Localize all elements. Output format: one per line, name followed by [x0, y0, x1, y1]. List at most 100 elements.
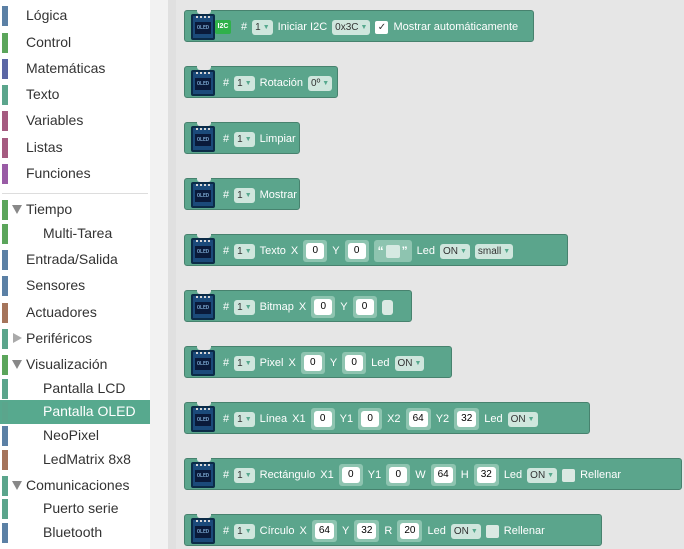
size-dropdown[interactable]: small ▼: [474, 243, 514, 259]
display-index-dropdown[interactable]: 1 ▼: [234, 187, 255, 203]
collapsed-triangle-icon[interactable]: [13, 333, 22, 343]
y-input-slot[interactable]: 0: [352, 296, 377, 318]
i2c-icon: I2C: [215, 20, 231, 34]
oled-pixel-block[interactable]: OLED # 1 ▼ Pixel X 0 Y 0 Led ON ▼: [184, 346, 452, 378]
y2-number-field[interactable]: 32: [457, 411, 477, 427]
category-label: NeoPixel: [43, 427, 100, 443]
category-actuadores[interactable]: Actuadores: [0, 301, 150, 325]
y-label: Y: [332, 245, 340, 257]
category-control[interactable]: Control: [0, 31, 150, 55]
display-index-dropdown[interactable]: 1 ▼: [234, 75, 255, 91]
x1-input-slot[interactable]: 0: [338, 464, 363, 486]
oled-show-block[interactable]: OLED # 1 ▼ Mostrar: [184, 178, 300, 210]
category-texto[interactable]: Texto: [0, 83, 150, 107]
category-pantalla-oled[interactable]: Pantalla OLED: [0, 400, 150, 424]
category-visualizacion[interactable]: Visualización: [0, 353, 150, 377]
category-listas[interactable]: Listas: [0, 136, 150, 160]
display-index-dropdown[interactable]: 1 ▼: [234, 131, 255, 147]
oled-text-block[interactable]: OLED # 1 ▼ Texto X 0 Y 0 “” Led ON ▼ small…: [184, 234, 568, 266]
category-puerto-serie[interactable]: Puerto serie: [0, 497, 150, 521]
x-input-slot[interactable]: 0: [303, 240, 328, 262]
oled-bitmap-block[interactable]: OLED # 1 ▼ Bitmap X 0 Y 0: [184, 290, 412, 322]
toolbox: Lógica Control Matemáticas Texto Variabl…: [0, 0, 150, 549]
x-input-slot[interactable]: 0: [300, 352, 325, 374]
rotation-dropdown[interactable]: 0º ▼: [308, 75, 333, 91]
y-input-slot[interactable]: 0: [342, 352, 367, 374]
category-color-bar: [2, 426, 8, 446]
oled-init-block[interactable]: OLED I2C # 1 ▼ Iniciar I2C 0x3C ▼ ✓ Mostra…: [184, 10, 534, 42]
y-input-slot[interactable]: 32: [354, 520, 380, 542]
x-number-field[interactable]: 0: [303, 355, 322, 371]
oled-icon: OLED: [191, 518, 215, 544]
category-perifericos[interactable]: Periféricos: [0, 327, 150, 351]
display-index-dropdown[interactable]: 1 ▼: [252, 19, 273, 35]
h-input-slot[interactable]: 32: [473, 464, 499, 486]
oled-rotation-block[interactable]: OLED # 1 ▼ Rotación 0º ▼: [184, 66, 338, 98]
expanded-triangle-icon[interactable]: [12, 360, 22, 369]
y-number-field[interactable]: 0: [347, 243, 366, 259]
string-field[interactable]: [385, 244, 400, 258]
x-number-field[interactable]: 64: [314, 523, 334, 539]
x-input-slot[interactable]: 0: [311, 296, 336, 318]
led-dropdown[interactable]: ON ▼: [394, 355, 425, 371]
led-dropdown[interactable]: ON ▼: [527, 467, 558, 483]
x2-number-field[interactable]: 64: [408, 411, 428, 427]
x-number-field[interactable]: 0: [306, 243, 325, 259]
oled-circle-block[interactable]: OLED # 1 ▼ Círculo X 64 Y 32 R 20 Led ON ▼…: [184, 514, 602, 546]
category-matematicas[interactable]: Matemáticas: [0, 57, 150, 81]
y-number-field[interactable]: 0: [345, 355, 364, 371]
category-pantalla-lcd[interactable]: Pantalla LCD: [0, 377, 150, 401]
category-bluetooth[interactable]: Bluetooth: [0, 521, 150, 545]
category-funciones[interactable]: Funciones: [0, 162, 150, 186]
text-string-slot[interactable]: “”: [373, 240, 412, 262]
bitmap-image-field[interactable]: [381, 299, 393, 315]
display-index-dropdown[interactable]: 1 ▼: [234, 523, 255, 539]
x-input-slot[interactable]: 64: [311, 520, 337, 542]
x2-input-slot[interactable]: 64: [405, 408, 431, 430]
oled-rectangle-block[interactable]: OLED # 1 ▼ Rectángulo X1 0 Y1 0 W 64 H 32…: [184, 458, 682, 490]
expanded-triangle-icon[interactable]: [12, 481, 22, 490]
display-index-dropdown[interactable]: 1 ▼: [234, 243, 255, 259]
oled-clear-block[interactable]: OLED # 1 ▼ Limpiar: [184, 122, 300, 154]
category-neopixel[interactable]: NeoPixel: [0, 424, 150, 448]
x1-number-field[interactable]: 0: [313, 411, 332, 427]
display-index-dropdown[interactable]: 1 ▼: [234, 299, 255, 315]
y-number-field[interactable]: 32: [357, 523, 377, 539]
y1-input-slot[interactable]: 0: [386, 464, 411, 486]
w-number-field[interactable]: 64: [433, 467, 453, 483]
category-sensores[interactable]: Sensores: [0, 274, 150, 298]
display-index-dropdown[interactable]: 1 ▼: [234, 355, 255, 371]
x1-input-slot[interactable]: 0: [310, 408, 335, 430]
y2-input-slot[interactable]: 32: [454, 408, 480, 430]
x-number-field[interactable]: 0: [314, 299, 333, 315]
y-input-slot[interactable]: 0: [344, 240, 369, 262]
flyout-scroll-track[interactable]: [168, 0, 176, 549]
led-dropdown[interactable]: ON ▼: [450, 523, 481, 539]
oled-line-block[interactable]: OLED # 1 ▼ Línea X1 0 Y1 0 X2 64 Y2 32 Le…: [184, 402, 590, 434]
category-entrada-salida[interactable]: Entrada/Salida: [0, 248, 150, 272]
y-number-field[interactable]: 0: [355, 299, 374, 315]
fill-checkbox[interactable]: [562, 468, 576, 482]
led-dropdown[interactable]: ON ▼: [507, 411, 538, 427]
y1-input-slot[interactable]: 0: [358, 408, 383, 430]
r-number-field[interactable]: 20: [400, 523, 420, 539]
r-input-slot[interactable]: 20: [397, 520, 423, 542]
fill-checkbox[interactable]: [485, 524, 499, 538]
category-variables[interactable]: Variables: [0, 109, 150, 133]
x1-number-field[interactable]: 0: [341, 467, 360, 483]
auto-show-checkbox[interactable]: ✓: [375, 20, 389, 34]
led-dropdown[interactable]: ON ▼: [439, 243, 470, 259]
display-index-dropdown[interactable]: 1 ▼: [234, 411, 255, 427]
y1-number-field[interactable]: 0: [361, 411, 380, 427]
category-logica[interactable]: Lógica: [0, 4, 150, 28]
address-dropdown[interactable]: 0x3C ▼: [332, 19, 371, 35]
h-number-field[interactable]: 32: [476, 467, 496, 483]
category-tiempo[interactable]: Tiempo: [0, 198, 150, 222]
category-comunicaciones[interactable]: Comunicaciones: [0, 474, 150, 498]
category-ledmatrix[interactable]: LedMatrix 8x8: [0, 448, 150, 472]
y1-number-field[interactable]: 0: [389, 467, 408, 483]
display-index-dropdown[interactable]: 1 ▼: [234, 467, 255, 483]
expanded-triangle-icon[interactable]: [12, 205, 22, 214]
w-input-slot[interactable]: 64: [430, 464, 456, 486]
category-multi-tarea[interactable]: Multi-Tarea: [0, 222, 150, 246]
